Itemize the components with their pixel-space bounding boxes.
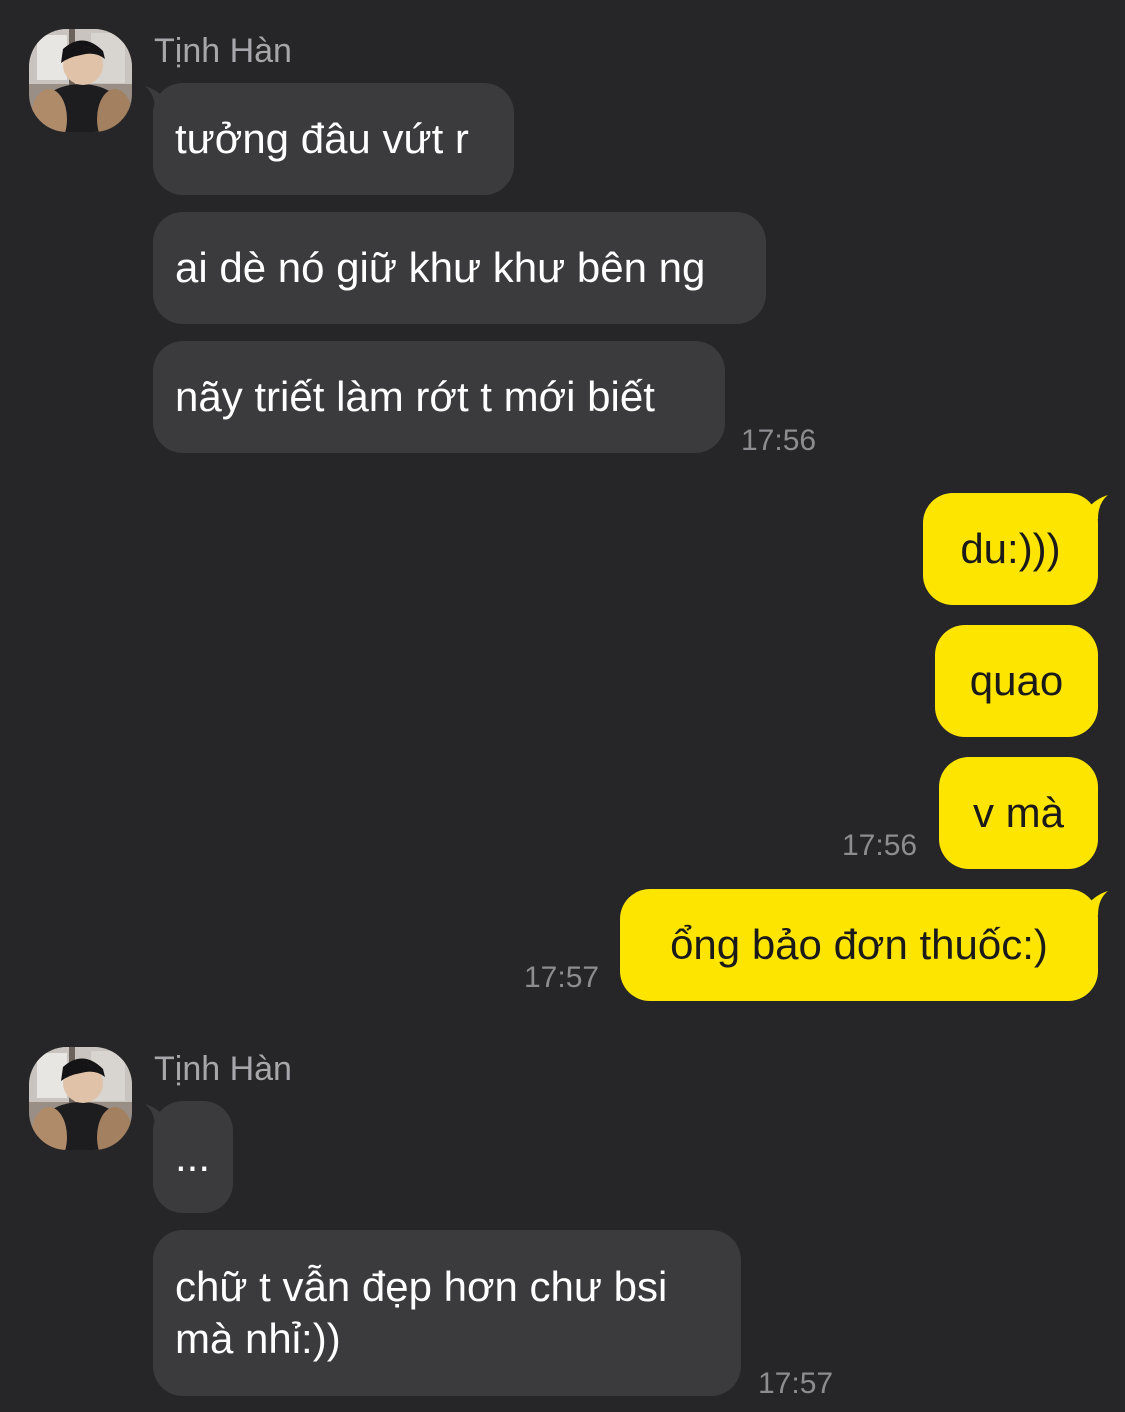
message-timestamp: 17:56 [842,829,918,862]
incoming-message[interactable]: ... [153,1101,233,1213]
sender-avatar[interactable] [29,1047,132,1150]
outgoing-message[interactable]: quao [935,625,1098,737]
incoming-message[interactable]: chữ t vẫn đẹp hơn chư bsi mà nhỉ:)) [153,1230,741,1396]
sender-name: Tịnh Hàn [154,1050,292,1088]
sender-avatar[interactable] [29,29,132,132]
sender-name: Tịnh Hàn [154,32,292,70]
outgoing-message[interactable]: ổng bảo đơn thuốc:) [620,889,1098,1001]
message-timestamp: 17:57 [524,961,600,994]
incoming-message[interactable]: nãy triết làm rớt t mới biết [153,341,725,453]
outgoing-message[interactable]: du:))) [923,493,1098,605]
outgoing-message[interactable]: v mà [939,757,1098,869]
incoming-message[interactable]: tưởng đâu vứt r [153,83,514,195]
incoming-message[interactable]: ai dè nó giữ khư khư bên ng [153,212,766,324]
message-timestamp: 17:56 [741,424,817,457]
message-timestamp: 17:57 [758,1367,834,1400]
